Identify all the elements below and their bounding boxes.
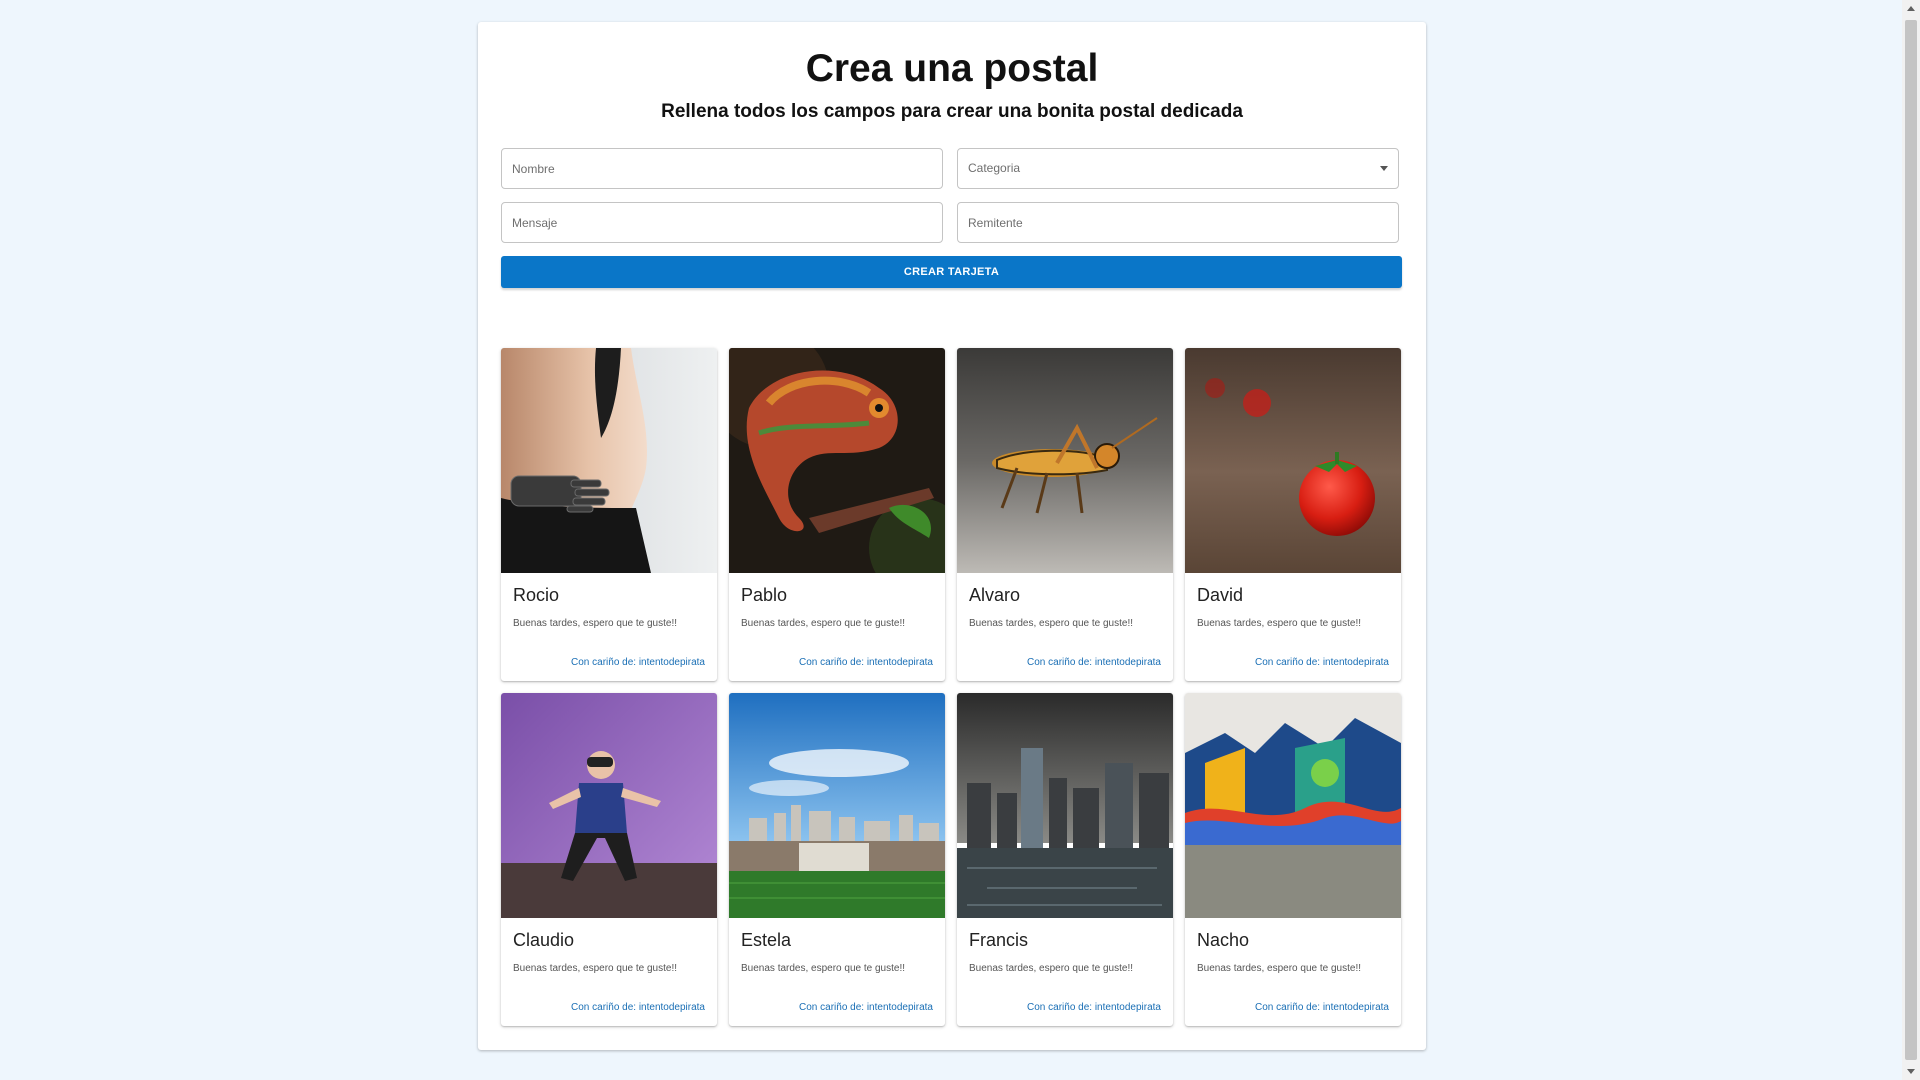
vr-headset-person-photo — [501, 693, 717, 918]
scroll-up-arrow-icon[interactable] — [1907, 6, 1915, 11]
postcard[interactable]: Alvaro Buenas tardes, espero que te gust… — [957, 348, 1173, 681]
prosthetic-hand-photo — [501, 348, 717, 573]
page-title: Crea una postal — [805, 47, 1099, 90]
card-recipient-name: Nacho — [1197, 930, 1250, 950]
postcard[interactable]: Pablo Buenas tardes, espero que te guste… — [729, 348, 945, 681]
card-sender: Con cariño de: intentodepirata — [1027, 1002, 1161, 1013]
categoria-placeholder: Categoria — [968, 161, 1021, 175]
crear-tarjeta-button[interactable]: CREAR TARJETA — [501, 256, 1402, 288]
page-subtitle: Rellena todos los campos para crear una … — [661, 101, 1243, 122]
remitente-field[interactable] — [957, 202, 1399, 243]
card-recipient-name: Pablo — [741, 585, 788, 605]
nombre-input[interactable] — [502, 149, 942, 188]
card-recipient-name: Rocio — [513, 585, 560, 605]
card-message: Buenas tardes, espero que te guste!! — [741, 963, 905, 974]
graffiti-wall-photo — [1185, 693, 1401, 918]
card-message: Buenas tardes, espero que te guste!! — [969, 618, 1133, 629]
card-sender: Con cariño de: intentodepirata — [571, 1002, 705, 1013]
scroll-down-arrow-icon[interactable] — [1907, 1069, 1915, 1074]
postcard[interactable]: Francis Buenas tardes, espero que te gus… — [957, 693, 1173, 1026]
postcard-panel: Crea una postal Rellena todos los campos… — [478, 22, 1426, 1050]
card-message: Buenas tardes, espero que te guste!! — [741, 618, 905, 629]
postcard[interactable]: Estela Buenas tardes, espero que te gust… — [729, 693, 945, 1026]
vertical-scrollbar[interactable] — [1902, 0, 1920, 1080]
card-message: Buenas tardes, espero que te guste!! — [513, 963, 677, 974]
mensaje-field[interactable] — [501, 202, 943, 243]
postcard[interactable]: Nacho Buenas tardes, espero que te guste… — [1185, 693, 1401, 1026]
city-skyline-park-photo — [729, 693, 945, 918]
card-recipient-name: David — [1197, 585, 1244, 605]
mensaje-input[interactable] — [502, 203, 942, 242]
dropdown-arrow-icon — [1380, 166, 1388, 171]
card-message: Buenas tardes, espero que te guste!! — [513, 618, 677, 629]
card-recipient-name: Claudio — [513, 930, 575, 950]
card-message: Buenas tardes, espero que te guste!! — [969, 963, 1133, 974]
tomato-photo — [1185, 348, 1401, 573]
nombre-field[interactable] — [501, 148, 943, 189]
card-sender: Con cariño de: intentodepirata — [799, 1002, 933, 1013]
postcard[interactable]: Rocio Buenas tardes, espero que te guste… — [501, 348, 717, 681]
chameleon-photo — [729, 348, 945, 573]
card-recipient-name: Estela — [741, 930, 792, 950]
postcard[interactable]: David Buenas tardes, espero que te guste… — [1185, 348, 1401, 681]
card-message: Buenas tardes, espero que te guste!! — [1197, 963, 1361, 974]
card-recipient-name: Francis — [969, 930, 1029, 950]
grasshopper-photo — [957, 348, 1173, 573]
card-sender: Con cariño de: intentodepirata — [1027, 657, 1161, 668]
card-sender: Con cariño de: intentodepirata — [799, 657, 933, 668]
remitente-input[interactable] — [958, 203, 1398, 242]
scrollbar-thumb[interactable] — [1905, 20, 1917, 1060]
card-message: Buenas tardes, espero que te guste!! — [1197, 618, 1361, 629]
card-sender: Con cariño de: intentodepirata — [571, 657, 705, 668]
card-sender: Con cariño de: intentodepirata — [1255, 657, 1389, 668]
postcard[interactable]: Claudio Buenas tardes, espero que te gus… — [501, 693, 717, 1026]
card-recipient-name: Alvaro — [969, 585, 1021, 605]
categoria-select[interactable]: Categoria — [957, 148, 1399, 189]
card-sender: Con cariño de: intentodepirata — [1255, 1002, 1389, 1013]
city-river-storm-photo — [957, 693, 1173, 918]
